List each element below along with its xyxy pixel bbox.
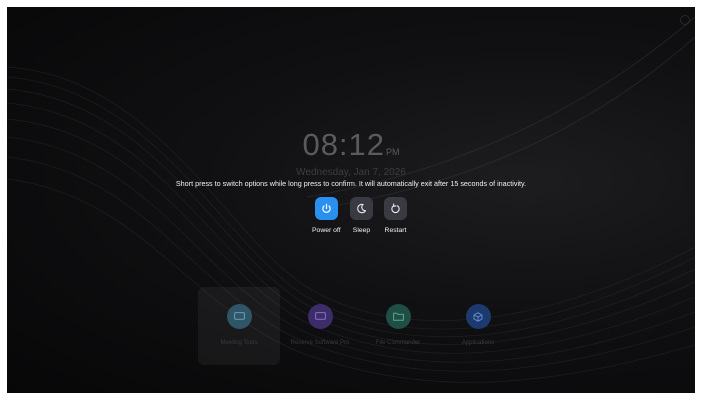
screen-icon bbox=[226, 304, 252, 329]
sleep-button[interactable] bbox=[350, 197, 373, 220]
app-meeting-tools[interactable]: Meeting Tools bbox=[198, 287, 280, 365]
restart-label: Restart bbox=[384, 227, 407, 234]
app-applications[interactable]: Applications bbox=[437, 287, 519, 365]
clock-ampm: PM bbox=[386, 147, 400, 157]
power-off-button[interactable] bbox=[314, 197, 338, 220]
power-off-label: Power off bbox=[312, 227, 341, 234]
power-off-option[interactable]: Power off bbox=[312, 197, 341, 234]
screen-icon bbox=[307, 304, 333, 329]
sleep-option[interactable]: Sleep bbox=[350, 197, 373, 234]
app-file-commander[interactable]: File Commander bbox=[357, 287, 439, 365]
instruction-text: Short press to switch options while long… bbox=[175, 179, 527, 188]
folder-icon bbox=[385, 304, 411, 329]
app-name: Applications bbox=[461, 340, 495, 346]
power-icon bbox=[322, 203, 331, 213]
clock: 08:12PM bbox=[7, 127, 695, 163]
app-name: Meeting Tools bbox=[220, 340, 258, 346]
moon-icon bbox=[357, 203, 367, 214]
app-name: Reserve Software Pro bbox=[290, 340, 350, 346]
app-reserve-software-pro[interactable]: Reserve Software Pro bbox=[279, 287, 361, 365]
restart-icon bbox=[391, 203, 400, 214]
app-launcher: Meeting Tools Reserve Software Pro File … bbox=[7, 287, 695, 372]
restart-option[interactable]: Restart bbox=[384, 197, 407, 234]
shutdown-overlay-screen: 08:12PM Wednesday, Jan 7, 2026 Short pre… bbox=[7, 7, 695, 393]
clock-date: Wednesday, Jan 7, 2026 bbox=[296, 167, 406, 178]
cube-icon bbox=[465, 304, 491, 329]
settings-icon[interactable] bbox=[680, 15, 690, 25]
app-name: File Commander bbox=[375, 340, 421, 346]
sleep-label: Sleep bbox=[352, 227, 371, 234]
clock-time: 08:12 bbox=[302, 127, 386, 162]
restart-button[interactable] bbox=[384, 197, 407, 220]
